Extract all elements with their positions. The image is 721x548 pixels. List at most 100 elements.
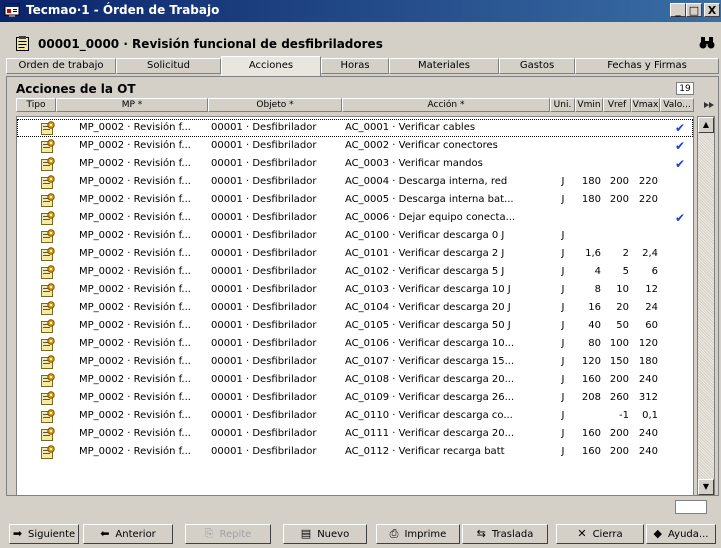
cell-vmax: 220: [638, 194, 658, 205]
cell-vmax: 0,1: [642, 410, 658, 421]
cell-vref: 200: [609, 446, 629, 457]
table-row[interactable]: MP_0002 · Revisión f... 00001 · Desfibril…: [17, 317, 693, 335]
cell-vmax: 312: [638, 392, 658, 403]
column-header-tipo[interactable]: Tipo: [16, 98, 56, 112]
cell-objeto: 00001 · Desfibrilador: [211, 374, 317, 385]
table-row[interactable]: MP_0002 · Revisión f... 00001 · Desfibril…: [17, 155, 693, 173]
column-header-valo[interactable]: Valo...: [660, 98, 694, 112]
value-check-icon: [665, 425, 695, 443]
table-row[interactable]: MP_0002 · Revisión f... 00001 · Desfibril…: [17, 137, 693, 155]
column-header-vref[interactable]: Vref: [603, 98, 631, 112]
column-header-accion[interactable]: Acción *: [342, 98, 550, 112]
value-check-icon: [665, 389, 695, 407]
cell-uni: J: [561, 302, 565, 313]
imprime-button[interactable]: ⎙ Imprime: [376, 524, 460, 544]
tab-horas[interactable]: Horas: [321, 58, 389, 74]
table-row[interactable]: MP_0002 · Revisión f... 00001 · Desfibril…: [17, 353, 693, 371]
maximize-button[interactable]: □: [686, 3, 702, 17]
tab-materiales[interactable]: Materiales: [389, 58, 499, 74]
footer-field[interactable]: [675, 500, 707, 514]
traslada-button[interactable]: ⇆ Traslada: [462, 524, 548, 544]
window-titlebar[interactable]: Tecmao·1 - Órden de Trabajo _ □ X: [0, 0, 721, 22]
cell-vmin: [576, 119, 601, 137]
tab-gastos[interactable]: Gastos: [499, 58, 575, 74]
cell-objeto: 00001 · Desfibrilador: [211, 212, 317, 223]
cell-vmax: [632, 119, 658, 137]
anterior-button[interactable]: ⬅ Anterior: [83, 524, 173, 544]
button-label: Cierra: [592, 529, 623, 540]
cell-uni: J: [561, 428, 565, 439]
cell-vref: [604, 155, 629, 173]
cell-vmin: 160: [581, 446, 601, 457]
table-row[interactable]: MP_0002 · Revisión f... 00001 · Desfibril…: [17, 407, 693, 425]
cell-mp: MP_0002 · Revisión f...: [79, 338, 191, 349]
column-header-mp[interactable]: MP *: [56, 98, 208, 112]
table-row[interactable]: MP_0002 · Revisión f... 00001 · Desfibril…: [17, 299, 693, 317]
table-row[interactable]: MP_0002 · Revisión f... 00001 · Desfibril…: [17, 191, 693, 209]
column-header-vmax[interactable]: Vmax: [631, 98, 660, 112]
ayuda-button[interactable]: ◆ Ayuda...: [646, 524, 716, 544]
grid-scrollbar[interactable]: ▲ ▼: [697, 116, 715, 496]
value-check-icon: [665, 227, 695, 245]
scroll-down-button[interactable]: ▼: [698, 479, 714, 495]
cierra-button[interactable]: ✕ Cierra: [556, 524, 644, 544]
tab-solicitud[interactable]: Solicitud: [116, 58, 221, 74]
printer-icon: ⎙: [389, 527, 399, 540]
table-row[interactable]: MP_0002 · Revisión f... 00001 · Desfibril…: [17, 245, 693, 263]
table-row[interactable]: MP_0002 · Revisión f... 00001 · Desfibril…: [17, 263, 693, 281]
cell-objeto: 00001 · Desfibrilador: [211, 176, 317, 187]
value-check-icon: [665, 335, 695, 353]
column-header-objeto[interactable]: Objeto *: [208, 98, 342, 112]
table-row[interactable]: MP_0002 · Revisión f... 00001 · Desfibril…: [17, 209, 693, 227]
cell-vref: 50: [616, 320, 629, 331]
table-row[interactable]: MP_0002 · Revisión f... 00001 · Desfibril…: [17, 281, 693, 299]
table-row[interactable]: MP_0002 · Revisión f... 00001 · Desfibril…: [17, 443, 693, 461]
cell-vref: 200: [609, 194, 629, 205]
action-type-icon: [41, 301, 55, 315]
tab-fechas-y-firmas[interactable]: Fechas y Firmas: [575, 58, 719, 74]
column-header-vmin[interactable]: Vmin: [575, 98, 603, 112]
cell-objeto: 00001 · Desfibrilador: [211, 248, 317, 259]
table-row[interactable]: MP_0002 · Revisión f... 00001 · Desfibril…: [17, 425, 693, 443]
minimize-button[interactable]: _: [670, 3, 686, 17]
table-row[interactable]: MP_0002 · Revisión f... 00001 · Desfibril…: [17, 227, 693, 245]
arrow-left-icon: ⬅: [100, 527, 110, 540]
siguiente-button[interactable]: ➡ Siguiente: [9, 524, 79, 544]
table-row[interactable]: MP_0002 · Revisión f... 00001 · Desfibril…: [17, 335, 693, 353]
table-row[interactable]: MP_0002 · Revisión f... 00001 · Desfibril…: [17, 119, 693, 137]
cell-vmax: 240: [638, 428, 658, 439]
table-row[interactable]: MP_0002 · Revisión f... 00001 · Desfibril…: [17, 173, 693, 191]
cell-objeto: 00001 · Desfibrilador: [211, 428, 317, 439]
close-window-button[interactable]: X: [704, 3, 720, 17]
cell-accion: AC_0102 · Verificar descarga 5 J: [345, 266, 505, 277]
table-row[interactable]: MP_0002 · Revisión f... 00001 · Desfibril…: [17, 371, 693, 389]
cell-mp: MP_0002 · Revisión f...: [79, 284, 191, 295]
column-header-uni[interactable]: Uni.: [550, 98, 575, 112]
cell-mp: MP_0002 · Revisión f...: [79, 392, 191, 403]
cell-mp: MP_0002 · Revisión f...: [79, 320, 191, 331]
cell-vmax: [632, 227, 658, 245]
cell-vmin: 1,6: [585, 248, 601, 259]
repite-button[interactable]: ⎘ Repite: [185, 524, 271, 544]
tab-strip: Orden de trabajo Solicitud Acciones Hora…: [6, 56, 719, 76]
binoculars-icon[interactable]: [699, 36, 715, 50]
cell-accion: AC_0107 · Verificar descarga 15...: [345, 356, 515, 367]
scroll-up-button[interactable]: ▲: [698, 117, 714, 133]
action-type-icon: [41, 427, 55, 441]
tab-acciones[interactable]: Acciones: [221, 56, 321, 76]
action-type-icon: [41, 265, 55, 279]
cell-vmin: 208: [581, 392, 601, 403]
tab-orden-de-trabajo[interactable]: Orden de trabajo: [6, 58, 116, 74]
cell-mp: MP_0002 · Revisión f...: [79, 230, 191, 241]
value-check-icon: [665, 281, 695, 299]
cell-objeto: 00001 · Desfibrilador: [211, 410, 317, 421]
cell-accion: AC_0003 · Verificar mandos: [345, 158, 483, 169]
cell-vmax: [632, 209, 658, 227]
nuevo-button[interactable]: ▤ Nuevo: [283, 524, 367, 544]
cell-mp: MP_0002 · Revisión f...: [79, 266, 191, 277]
column-settings-icon[interactable]: [698, 98, 719, 112]
cell-mp: MP_0002 · Revisión f...: [79, 140, 191, 151]
cell-vref: 5: [622, 266, 629, 277]
table-row[interactable]: MP_0002 · Revisión f... 00001 · Desfibril…: [17, 389, 693, 407]
cell-uni: J: [561, 446, 565, 457]
